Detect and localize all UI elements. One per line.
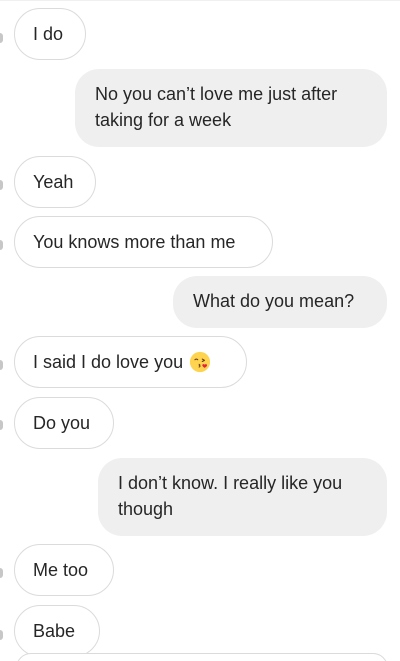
message-text: I do: [33, 24, 64, 44]
sent-message-bubble[interactable]: I don’t know. I really like you though: [98, 458, 387, 536]
sender-avatar: [0, 360, 3, 370]
message-text: Yeah: [33, 172, 74, 192]
sent-message-bubble[interactable]: What do you mean?: [173, 276, 387, 328]
message-text: I don’t know. I really like you though: [118, 473, 343, 519]
message-text: Me too: [33, 560, 89, 580]
sender-avatar: [0, 630, 3, 640]
received-message-bubble[interactable]: Do you: [14, 397, 114, 449]
sent-message-bubble[interactable]: No you can’t love me just after taking f…: [75, 69, 387, 147]
face-blowing-a-kiss-icon: [190, 351, 211, 373]
message-composer[interactable]: [16, 653, 388, 661]
message-text: Babe: [33, 621, 76, 641]
message-thread: I do No you can’t love me just after tak…: [0, 0, 400, 661]
header-divider: [0, 0, 400, 1]
message-text: Do you: [33, 413, 91, 433]
message-text: No you can’t love me just after taking f…: [95, 84, 338, 130]
message-text: You knows more than me: [33, 232, 236, 252]
received-message-bubble[interactable]: You knows more than me: [14, 216, 273, 268]
received-message-bubble[interactable]: Yeah: [14, 156, 96, 208]
sender-avatar: [0, 420, 3, 430]
sender-avatar: [0, 33, 3, 43]
message-text: I said I do love you: [33, 352, 184, 372]
received-message-bubble[interactable]: Me too: [14, 544, 114, 596]
sender-avatar: [0, 180, 3, 190]
received-message-bubble[interactable]: Babe: [14, 605, 100, 657]
sender-avatar: [0, 240, 3, 250]
sender-avatar: [0, 568, 3, 578]
received-message-bubble[interactable]: I said I do love you: [14, 336, 247, 388]
received-message-bubble[interactable]: I do: [14, 8, 86, 60]
message-text: What do you mean?: [193, 291, 355, 311]
